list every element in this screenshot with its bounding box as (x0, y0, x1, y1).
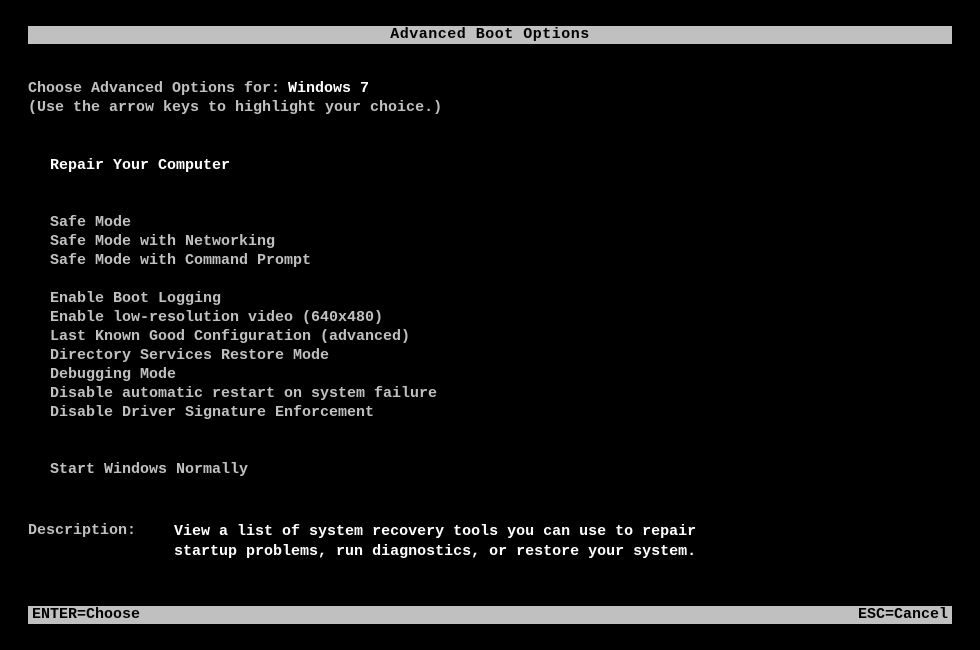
prompt-line: Choose Advanced Options for: Windows 7 (28, 80, 952, 97)
menu-item-debugging[interactable]: Debugging Mode (50, 365, 952, 384)
menu-item-start-normally[interactable]: Start Windows Normally (50, 460, 952, 479)
footer-choose-hint: ENTER=Choose (28, 606, 140, 624)
description-line-1: View a list of system recovery tools you… (174, 522, 696, 542)
menu-item-directory-services[interactable]: Directory Services Restore Mode (50, 346, 952, 365)
menu-item-repair[interactable]: Repair Your Computer (50, 156, 952, 175)
menu-item-safe-mode-cmd[interactable]: Safe Mode with Command Prompt (50, 251, 952, 270)
menu-item-low-res-video[interactable]: Enable low-resolution video (640x480) (50, 308, 952, 327)
menu-item-disable-driver-sig[interactable]: Disable Driver Signature Enforcement (50, 403, 952, 422)
menu-item-boot-logging[interactable]: Enable Boot Logging (50, 289, 952, 308)
title-bar: Advanced Boot Options (28, 26, 952, 44)
footer-bar: ENTER=Choose ESC=Cancel (28, 606, 952, 624)
os-name: Windows 7 (288, 80, 369, 97)
menu-separator (50, 270, 952, 289)
hint-text: (Use the arrow keys to highlight your ch… (28, 99, 952, 116)
description-text: View a list of system recovery tools you… (174, 522, 696, 562)
boot-menu: Repair Your Computer Safe Mode Safe Mode… (50, 156, 952, 479)
menu-separator (50, 175, 952, 213)
description-label: Description: (28, 522, 136, 562)
description-line-2: startup problems, run diagnostics, or re… (174, 542, 696, 562)
menu-item-disable-auto-restart[interactable]: Disable automatic restart on system fail… (50, 384, 952, 403)
footer-cancel-hint: ESC=Cancel (858, 606, 952, 624)
content-area: Choose Advanced Options for: Windows 7 (… (28, 50, 952, 479)
menu-item-last-known-good[interactable]: Last Known Good Configuration (advanced) (50, 327, 952, 346)
prompt-label: Choose Advanced Options for: (28, 80, 280, 97)
description-block: Description: View a list of system recov… (28, 522, 952, 562)
menu-separator (50, 422, 952, 460)
menu-item-safe-mode-networking[interactable]: Safe Mode with Networking (50, 232, 952, 251)
menu-item-safe-mode[interactable]: Safe Mode (50, 213, 952, 232)
page-title: Advanced Boot Options (390, 26, 590, 43)
